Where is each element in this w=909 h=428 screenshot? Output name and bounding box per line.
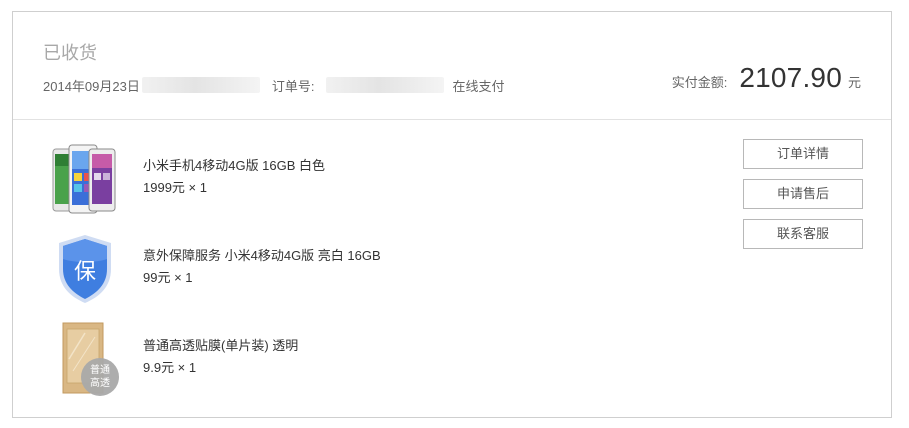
item-name[interactable]: 普通高透贴膜(单片装) 透明	[143, 336, 298, 356]
insurance-shield-icon[interactable]: 保	[45, 229, 125, 309]
item-price: 9.9元 × 1	[143, 360, 197, 375]
redacted-order-number	[326, 77, 445, 93]
order-date: 2014年09月23日	[43, 78, 140, 94]
order-meta: 2014年09月23日 订单号: 在线支付	[43, 75, 504, 95]
film-badge-line1: 普通	[90, 363, 110, 376]
redacted-recipient	[141, 77, 260, 93]
film-badge-line2: 高透	[90, 376, 110, 389]
order-item: 保 意外保障服务 小米4移动4G版 亮白 16GB 99元 × 1	[45, 229, 605, 309]
shield-badge-text: 保	[74, 260, 96, 285]
phone-product-icon[interactable]	[45, 139, 125, 219]
total-amount: 2107.90	[739, 62, 842, 93]
order-details-button[interactable]: 订单详情	[743, 139, 863, 169]
payment-method: 在线支付	[452, 78, 505, 94]
screen-film-icon[interactable]: 普通 高透	[45, 319, 125, 399]
order-header: 已收货 2014年09月23日 订单号: 在线支付 实付金额: 2107.90 …	[13, 12, 891, 120]
total-currency: 元	[847, 75, 861, 90]
order-total: 实付金额: 2107.90 元	[672, 62, 861, 94]
item-info: 小米手机4移动4G版 16GB 白色 1999元 × 1	[143, 156, 325, 198]
item-price: 1999元 × 1	[143, 180, 207, 195]
item-name[interactable]: 意外保障服务 小米4移动4G版 亮白 16GB	[143, 246, 381, 266]
order-item: 普通 高透 普通高透贴膜(单片装) 透明 9.9元 × 1	[45, 319, 605, 399]
item-info: 普通高透贴膜(单片装) 透明 9.9元 × 1	[143, 336, 298, 378]
order-card: 已收货 2014年09月23日 订单号: 在线支付 实付金额: 2107.90 …	[12, 11, 892, 418]
after-sales-button[interactable]: 申请售后	[743, 179, 863, 209]
order-item: 小米手机4移动4G版 16GB 白色 1999元 × 1	[45, 139, 605, 219]
order-actions: 订单详情 申请售后 联系客服	[743, 139, 863, 259]
order-status: 已收货	[43, 43, 97, 63]
item-info: 意外保障服务 小米4移动4G版 亮白 16GB 99元 × 1	[143, 246, 381, 288]
total-label: 实付金额:	[671, 75, 728, 90]
item-price: 99元 × 1	[143, 270, 193, 285]
contact-support-button[interactable]: 联系客服	[743, 219, 863, 249]
item-name[interactable]: 小米手机4移动4G版 16GB 白色	[143, 156, 325, 176]
order-number-label: 订单号:	[271, 78, 315, 94]
